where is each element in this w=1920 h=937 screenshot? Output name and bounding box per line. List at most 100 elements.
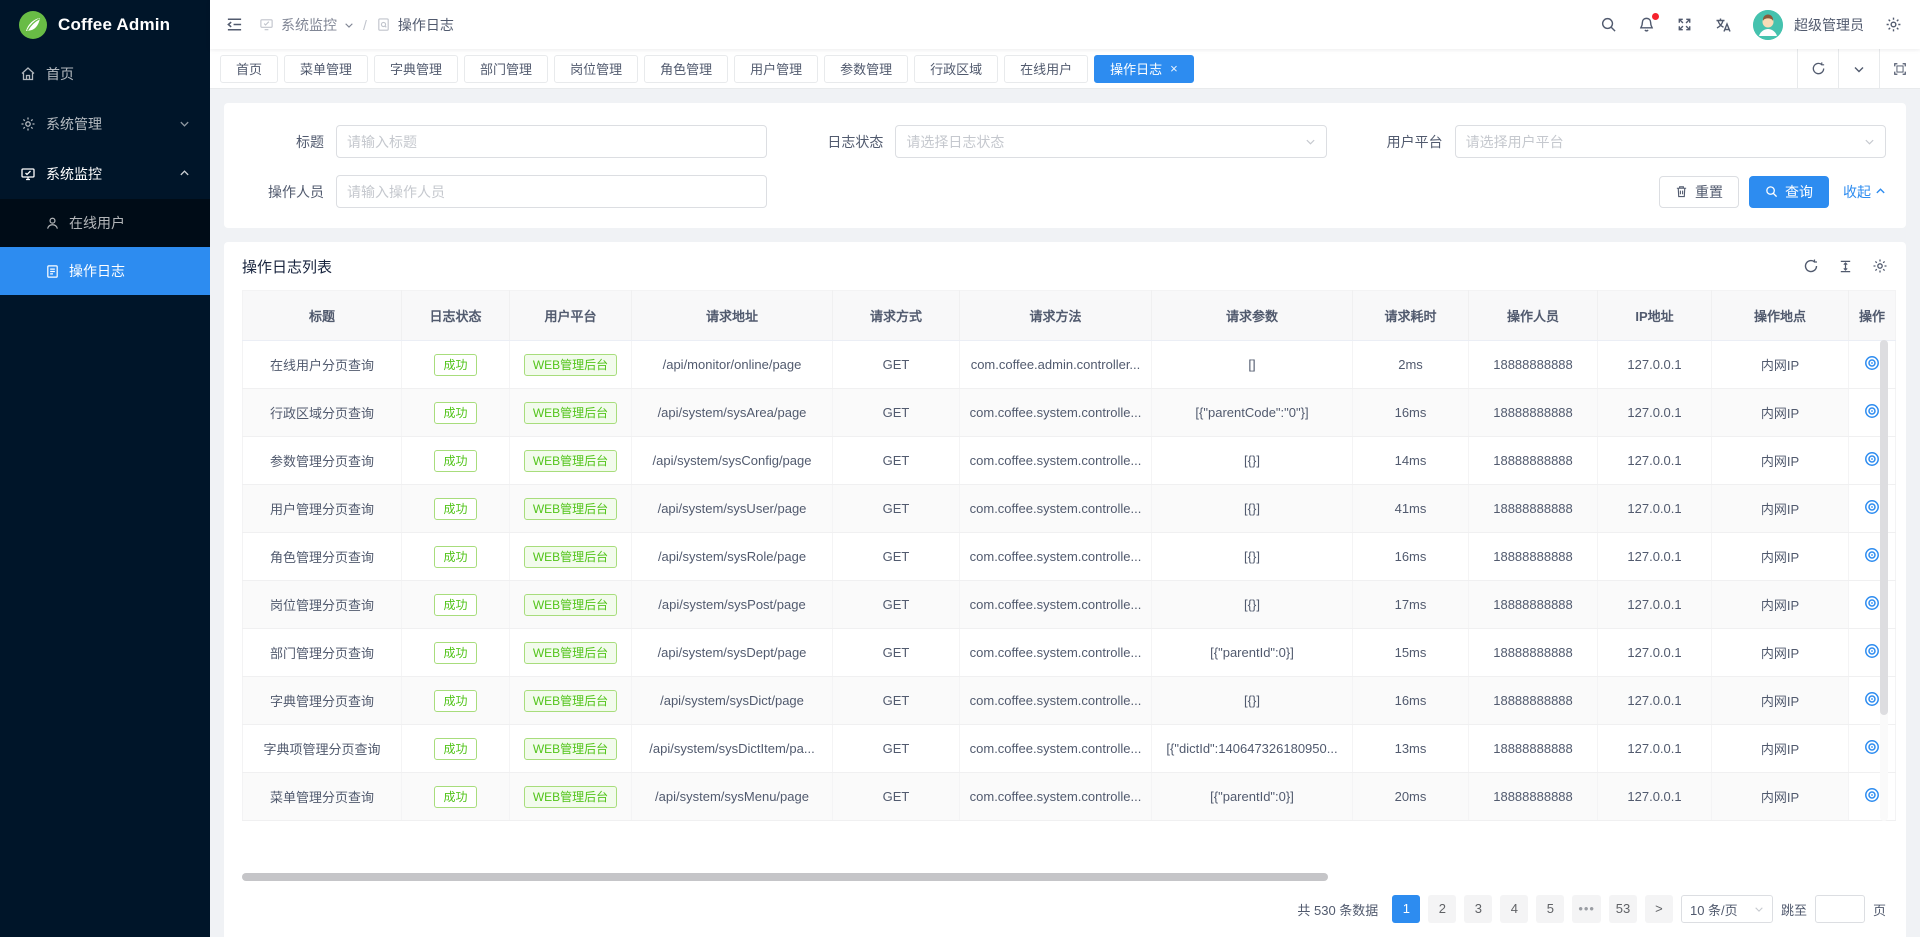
breadcrumb-separator: /	[361, 17, 369, 33]
tab-item[interactable]: 首页	[220, 55, 278, 83]
log-search-icon	[376, 17, 391, 32]
breadcrumb-parent[interactable]: 系统监控	[281, 15, 337, 35]
tab-item[interactable]: 部门管理	[464, 55, 548, 83]
cell-time: 20ms	[1353, 773, 1469, 821]
cell-title: 行政区域分页查询	[243, 389, 402, 437]
view-detail-icon[interactable]	[1864, 595, 1880, 611]
cell-func: com.coffee.system.controlle...	[960, 437, 1152, 485]
operator-filter-input[interactable]	[336, 175, 767, 208]
view-detail-icon[interactable]	[1864, 787, 1880, 803]
platform-badge: WEB管理后台	[524, 594, 617, 616]
cell-platform: WEB管理后台	[510, 437, 632, 485]
cell-ip: 127.0.0.1	[1598, 773, 1712, 821]
sidebar-item-online-users[interactable]: 在线用户	[0, 199, 210, 247]
title-filter-label: 标题	[244, 132, 336, 152]
tab-item[interactable]: 岗位管理	[554, 55, 638, 83]
logo[interactable]: Coffee Admin	[0, 0, 210, 49]
platform-badge: WEB管理后台	[524, 642, 617, 664]
status-badge: 成功	[434, 546, 476, 568]
tab-item[interactable]: 菜单管理	[284, 55, 368, 83]
view-detail-icon[interactable]	[1864, 691, 1880, 707]
sidebar-item-operation-logs[interactable]: 操作日志	[0, 247, 210, 295]
title-filter-input[interactable]	[336, 125, 767, 158]
tab-item[interactable]: 行政区域	[914, 55, 998, 83]
cell-method: GET	[833, 725, 960, 773]
cell-status: 成功	[402, 437, 510, 485]
tab-item[interactable]: 字典管理	[374, 55, 458, 83]
table-wrap: 标题日志状态用户平台请求地址请求方式请求方法请求参数请求耗时操作人员IP地址操作…	[242, 290, 1888, 821]
tab-item[interactable]: 角色管理	[644, 55, 728, 83]
cell-operator: 18888888888	[1469, 581, 1598, 629]
status-badge: 成功	[434, 738, 476, 760]
cell-params: [{}]	[1152, 533, 1353, 581]
view-detail-icon[interactable]	[1864, 643, 1880, 659]
search-button[interactable]: 查询	[1749, 176, 1829, 208]
platform-filter-select[interactable]: 请选择用户平台	[1455, 125, 1886, 158]
platform-filter-label: 用户平台	[1363, 132, 1455, 152]
notification-dot	[1652, 13, 1659, 20]
view-detail-icon[interactable]	[1864, 547, 1880, 563]
cell-time: 41ms	[1353, 485, 1469, 533]
reset-button[interactable]: 重置	[1659, 176, 1739, 208]
sidebar-item-home[interactable]: 首页	[0, 49, 210, 99]
status-filter-select[interactable]: 请选择日志状态	[895, 125, 1326, 158]
maximize-icon[interactable]	[1879, 49, 1920, 89]
view-detail-icon[interactable]	[1864, 355, 1880, 371]
next-page-button[interactable]: >	[1645, 895, 1673, 923]
tab-item[interactable]: 在线用户	[1004, 55, 1088, 83]
refresh-icon[interactable]	[1803, 258, 1819, 274]
chevron-down-icon	[1305, 134, 1316, 150]
page-button[interactable]: 1	[1392, 895, 1420, 923]
tab-item[interactable]: 操作日志×	[1094, 55, 1194, 83]
table-row: 菜单管理分页查询成功WEB管理后台/api/system/sysMenu/pag…	[243, 773, 1896, 821]
tab-close-icon[interactable]: ×	[1170, 62, 1178, 75]
sidebar-item-system-monitor[interactable]: 系统监控	[0, 149, 210, 199]
sidebar-collapse-icon[interactable]	[226, 16, 243, 33]
cell-location: 内网IP	[1712, 773, 1849, 821]
settings-gear-icon[interactable]	[1885, 16, 1902, 33]
cell-operator: 18888888888	[1469, 629, 1598, 677]
horizontal-scrollbar-thumb[interactable]	[242, 873, 1328, 881]
sidebar-item-system-management[interactable]: 系统管理	[0, 99, 210, 149]
notifications-bell-icon[interactable]	[1638, 16, 1655, 33]
view-detail-icon[interactable]	[1864, 451, 1880, 467]
view-detail-icon[interactable]	[1864, 499, 1880, 515]
collapse-filters-link[interactable]: 收起	[1843, 182, 1886, 202]
page-button[interactable]: 53	[1609, 895, 1637, 923]
cell-operator: 18888888888	[1469, 341, 1598, 389]
chevron-up-icon	[179, 166, 190, 182]
platform-badge: WEB管理后台	[524, 738, 617, 760]
page-list: 12345•••53	[1392, 895, 1637, 923]
row-density-icon[interactable]	[1838, 259, 1853, 274]
translate-icon[interactable]	[1714, 16, 1732, 34]
page-button[interactable]: 3	[1464, 895, 1492, 923]
view-detail-icon[interactable]	[1864, 739, 1880, 755]
tabbar: 首页菜单管理字典管理部门管理岗位管理角色管理用户管理参数管理行政区域在线用户操作…	[210, 49, 1920, 89]
search-icon[interactable]	[1600, 16, 1617, 33]
page-size-select[interactable]: 10 条/页	[1681, 895, 1773, 923]
page-button[interactable]: 4	[1500, 895, 1528, 923]
cell-operator: 18888888888	[1469, 677, 1598, 725]
page-button[interactable]: 5	[1536, 895, 1564, 923]
cell-status: 成功	[402, 485, 510, 533]
chevron-down-icon[interactable]	[1838, 49, 1879, 89]
page-button[interactable]: 2	[1428, 895, 1456, 923]
user-name[interactable]: 超级管理员	[1794, 15, 1864, 35]
jump-page-input[interactable]	[1815, 895, 1865, 923]
view-detail-icon[interactable]	[1864, 403, 1880, 419]
column-settings-gear-icon[interactable]	[1872, 258, 1888, 274]
cell-location: 内网IP	[1712, 725, 1849, 773]
breadcrumb-current: 操作日志	[398, 15, 454, 35]
status-badge: 成功	[434, 594, 476, 616]
cell-url: /api/monitor/online/page	[632, 341, 833, 389]
fullscreen-icon[interactable]	[1676, 16, 1693, 33]
cell-title: 岗位管理分页查询	[243, 581, 402, 629]
refresh-icon[interactable]	[1797, 49, 1838, 89]
tab-item[interactable]: 参数管理	[824, 55, 908, 83]
tab-item[interactable]: 用户管理	[734, 55, 818, 83]
vertical-scrollbar-thumb[interactable]	[1880, 340, 1888, 715]
user-avatar[interactable]	[1753, 10, 1783, 40]
cell-operator: 18888888888	[1469, 389, 1598, 437]
cell-method: GET	[833, 629, 960, 677]
page-content: 标题 日志状态 请选择日志状态 用户平台 请选择用户平台	[210, 89, 1920, 937]
